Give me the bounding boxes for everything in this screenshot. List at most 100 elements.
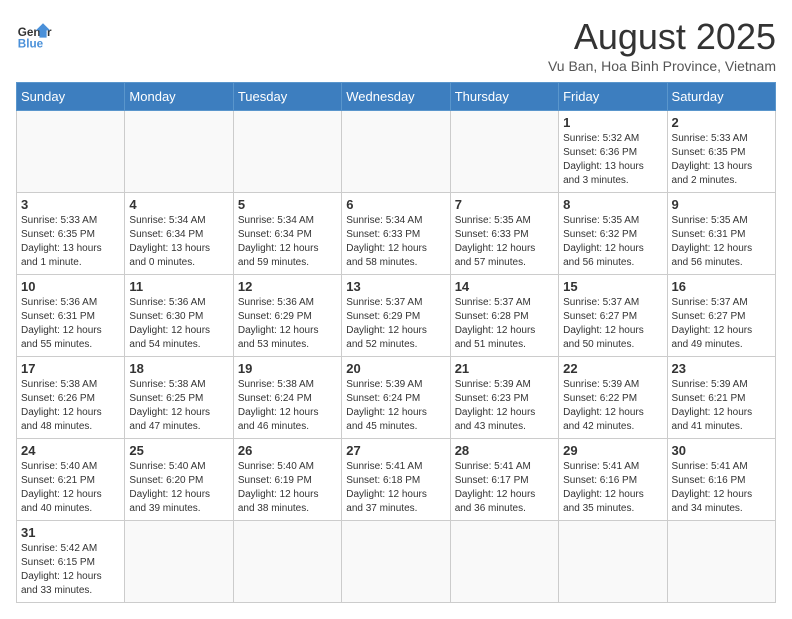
calendar-cell: 10Sunrise: 5:36 AM Sunset: 6:31 PM Dayli… [17,275,125,357]
logo: General Blue [16,16,52,52]
calendar-cell [450,111,558,193]
calendar-cell: 15 Sunrise: 5:37 AM Sunset: 6:27 PM Dayli… [559,275,667,357]
day-number: 2 [672,115,771,130]
calendar-cell: 1 Sunrise: 5:32 AM Sunset: 6:36 PM Daylig… [559,111,667,193]
day-info: Sunrise: 5:41 AM Sunset: 6:18 PM Dayligh… [346,460,445,516]
day-info: Sunrise: 5:37 AM Sunset: 6:27 PM Dayligh… [672,296,771,352]
day-info: Sunrise: 5:37 AM Sunset: 6:29 PM Dayligh… [346,296,445,352]
day-info: Sunrise: 5:41 AM Sunset: 6:16 PM Dayligh… [672,460,771,516]
day-info: Sunrise: 5:40 AM Sunset: 6:20 PM Dayligh… [129,460,228,516]
day-number: 26 [238,443,337,458]
calendar-cell [125,521,233,603]
day-info: Sunrise: 5:34 AM Sunset: 6:34 PM Dayligh… [129,214,228,270]
calendar-cell: 13 Sunrise: 5:37 AM Sunset: 6:29 PM Dayli… [342,275,450,357]
day-info: Sunrise: 5:39 AM Sunset: 6:23 PM Dayligh… [455,378,554,434]
calendar-cell [559,521,667,603]
day-of-week-header: Wednesday [342,83,450,111]
day-info: Sunrise: 5:39 AM Sunset: 6:21 PM Dayligh… [672,378,771,434]
day-number: 14 [455,279,554,294]
calendar-table: SundayMondayTuesdayWednesdayThursdayFrid… [16,82,776,603]
day-info: Sunrise: 5:32 AM Sunset: 6:36 PM Dayligh… [563,132,662,188]
calendar-cell: 29Sunrise: 5:41 AM Sunset: 6:16 PM Dayli… [559,439,667,521]
day-number: 10 [21,279,120,294]
day-number: 30 [672,443,771,458]
calendar-cell: 23Sunrise: 5:39 AM Sunset: 6:21 PM Dayli… [667,357,775,439]
day-info: Sunrise: 5:35 AM Sunset: 6:33 PM Dayligh… [455,214,554,270]
calendar-header-row: SundayMondayTuesdayWednesdayThursdayFrid… [17,83,776,111]
day-info: Sunrise: 5:35 AM Sunset: 6:31 PM Dayligh… [672,214,771,270]
calendar-cell: 31Sunrise: 5:42 AM Sunset: 6:15 PM Dayli… [17,521,125,603]
day-number: 22 [563,361,662,376]
day-info: Sunrise: 5:33 AM Sunset: 6:35 PM Dayligh… [21,214,120,270]
calendar-cell: 28 Sunrise: 5:41 AM Sunset: 6:17 PM Dayli… [450,439,558,521]
calendar-cell: 12Sunrise: 5:36 AM Sunset: 6:29 PM Dayli… [233,275,341,357]
day-number: 15 [563,279,662,294]
calendar-cell [667,521,775,603]
day-number: 7 [455,197,554,212]
day-number: 3 [21,197,120,212]
calendar-cell: 27Sunrise: 5:41 AM Sunset: 6:18 PM Dayli… [342,439,450,521]
calendar-cell: 7 Sunrise: 5:35 AM Sunset: 6:33 PM Daylig… [450,193,558,275]
day-number: 5 [238,197,337,212]
day-of-week-header: Saturday [667,83,775,111]
calendar-cell [342,521,450,603]
calendar-cell: 25Sunrise: 5:40 AM Sunset: 6:20 PM Dayli… [125,439,233,521]
day-number: 17 [21,361,120,376]
day-info: Sunrise: 5:37 AM Sunset: 6:28 PM Dayligh… [455,296,554,352]
day-number: 18 [129,361,228,376]
day-info: Sunrise: 5:36 AM Sunset: 6:29 PM Dayligh… [238,296,337,352]
day-number: 28 [455,443,554,458]
logo-icon: General Blue [16,16,52,52]
calendar-week-row: 31Sunrise: 5:42 AM Sunset: 6:15 PM Dayli… [17,521,776,603]
calendar-cell: 2 Sunrise: 5:33 AM Sunset: 6:35 PM Daylig… [667,111,775,193]
day-info: Sunrise: 5:36 AM Sunset: 6:30 PM Dayligh… [129,296,228,352]
calendar-week-row: 24Sunrise: 5:40 AM Sunset: 6:21 PM Dayli… [17,439,776,521]
day-number: 11 [129,279,228,294]
calendar-week-row: 17 Sunrise: 5:38 AM Sunset: 6:26 PM Dayli… [17,357,776,439]
day-number: 21 [455,361,554,376]
calendar-week-row: 10Sunrise: 5:36 AM Sunset: 6:31 PM Dayli… [17,275,776,357]
calendar-cell: 19Sunrise: 5:38 AM Sunset: 6:24 PM Dayli… [233,357,341,439]
calendar-cell: 14 Sunrise: 5:37 AM Sunset: 6:28 PM Dayli… [450,275,558,357]
calendar-cell [450,521,558,603]
location-subtitle: Vu Ban, Hoa Binh Province, Vietnam [548,58,776,74]
day-info: Sunrise: 5:41 AM Sunset: 6:16 PM Dayligh… [563,460,662,516]
calendar-cell: 20Sunrise: 5:39 AM Sunset: 6:24 PM Dayli… [342,357,450,439]
calendar-cell: 30 Sunrise: 5:41 AM Sunset: 6:16 PM Dayli… [667,439,775,521]
calendar-week-row: 3 Sunrise: 5:33 AM Sunset: 6:35 PM Daylig… [17,193,776,275]
day-info: Sunrise: 5:34 AM Sunset: 6:34 PM Dayligh… [238,214,337,270]
day-number: 8 [563,197,662,212]
day-of-week-header: Monday [125,83,233,111]
calendar-cell: 11 Sunrise: 5:36 AM Sunset: 6:30 PM Dayli… [125,275,233,357]
day-info: Sunrise: 5:41 AM Sunset: 6:17 PM Dayligh… [455,460,554,516]
title-area: August 2025 Vu Ban, Hoa Binh Province, V… [548,16,776,74]
calendar-cell: 24Sunrise: 5:40 AM Sunset: 6:21 PM Dayli… [17,439,125,521]
month-title: August 2025 [548,16,776,58]
day-info: Sunrise: 5:38 AM Sunset: 6:24 PM Dayligh… [238,378,337,434]
calendar-cell: 21 Sunrise: 5:39 AM Sunset: 6:23 PM Dayli… [450,357,558,439]
day-info: Sunrise: 5:40 AM Sunset: 6:19 PM Dayligh… [238,460,337,516]
calendar-cell [233,521,341,603]
day-info: Sunrise: 5:37 AM Sunset: 6:27 PM Dayligh… [563,296,662,352]
day-info: Sunrise: 5:38 AM Sunset: 6:26 PM Dayligh… [21,378,120,434]
calendar-cell: 4Sunrise: 5:34 AM Sunset: 6:34 PM Daylig… [125,193,233,275]
day-info: Sunrise: 5:38 AM Sunset: 6:25 PM Dayligh… [129,378,228,434]
day-number: 1 [563,115,662,130]
calendar-cell: 22 Sunrise: 5:39 AM Sunset: 6:22 PM Dayli… [559,357,667,439]
day-of-week-header: Sunday [17,83,125,111]
day-of-week-header: Thursday [450,83,558,111]
calendar-cell: 17 Sunrise: 5:38 AM Sunset: 6:26 PM Dayli… [17,357,125,439]
day-number: 6 [346,197,445,212]
day-number: 24 [21,443,120,458]
day-number: 13 [346,279,445,294]
svg-text:Blue: Blue [18,38,44,51]
calendar-cell [342,111,450,193]
day-info: Sunrise: 5:39 AM Sunset: 6:24 PM Dayligh… [346,378,445,434]
day-number: 16 [672,279,771,294]
calendar-cell: 8Sunrise: 5:35 AM Sunset: 6:32 PM Daylig… [559,193,667,275]
day-info: Sunrise: 5:33 AM Sunset: 6:35 PM Dayligh… [672,132,771,188]
calendar-cell [17,111,125,193]
day-number: 9 [672,197,771,212]
calendar-cell: 18 Sunrise: 5:38 AM Sunset: 6:25 PM Dayli… [125,357,233,439]
day-info: Sunrise: 5:39 AM Sunset: 6:22 PM Dayligh… [563,378,662,434]
